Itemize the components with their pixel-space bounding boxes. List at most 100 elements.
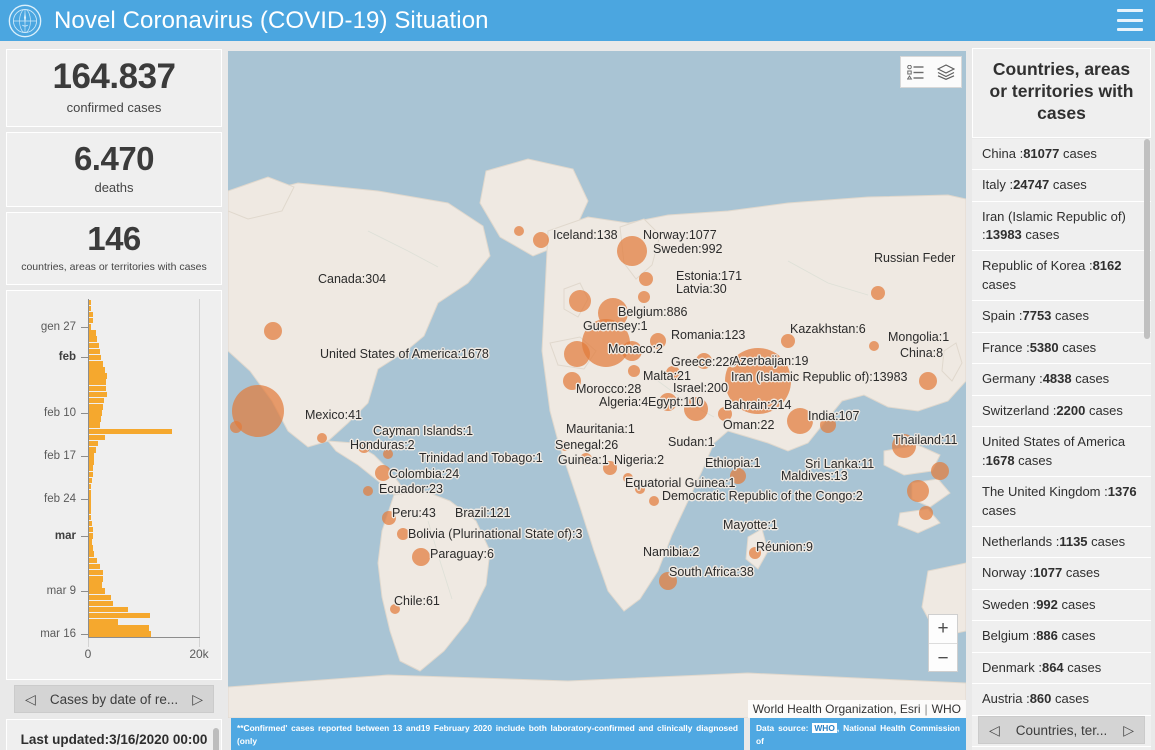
chart-bar[interactable] [89, 600, 114, 607]
chart-bar[interactable] [89, 557, 97, 564]
map-zoom-controls[interactable]: + − [928, 614, 958, 672]
country-list-item[interactable]: Denmark :864 cases [972, 652, 1151, 685]
map-tools-bar[interactable] [900, 56, 962, 88]
country-list-item[interactable]: Belgium :886 cases [972, 621, 1151, 653]
chart-bar[interactable] [89, 594, 112, 601]
chart-bar[interactable] [89, 459, 94, 465]
map-case-bubble[interactable] [363, 486, 373, 496]
map-case-bubble[interactable] [628, 365, 640, 377]
map-case-bubble[interactable] [412, 548, 430, 566]
chart-bar[interactable] [89, 508, 91, 514]
chart-bar[interactable] [89, 563, 100, 570]
country-list-item[interactable]: Sweden :992 cases [972, 589, 1151, 622]
countries-selector[interactable]: ◁ Countries, ter... ▷ [978, 716, 1145, 744]
country-list-item[interactable]: Switzerland :2200 cases [972, 395, 1151, 428]
chart-bar[interactable] [89, 520, 92, 527]
chart-bar[interactable] [89, 471, 93, 478]
country-list-item[interactable]: The United Kingdom :1376 cases [972, 477, 1151, 527]
chart-bar[interactable] [89, 625, 149, 631]
chart-bar[interactable] [89, 551, 94, 558]
chart-bar[interactable] [89, 434, 105, 441]
chart-bar[interactable] [89, 385, 106, 392]
chart-bar[interactable] [89, 539, 93, 545]
chart-bar[interactable] [89, 606, 128, 613]
zoom-out-button[interactable]: − [929, 644, 957, 673]
map-case-bubble[interactable] [869, 341, 879, 351]
chart-bar[interactable] [89, 576, 104, 582]
country-list-item[interactable]: Germany :4838 cases [972, 364, 1151, 396]
chart-bar[interactable] [89, 569, 103, 576]
chart-bar[interactable] [89, 619, 118, 625]
legend-icon[interactable] [907, 64, 924, 80]
map-case-bubble[interactable] [931, 462, 949, 480]
chart-bar[interactable] [89, 612, 151, 619]
chart-bar[interactable] [89, 453, 94, 459]
map-case-bubble[interactable] [907, 480, 929, 502]
country-list-item[interactable]: Norway :1077 cases [972, 558, 1151, 590]
chart-bar[interactable] [89, 533, 94, 539]
chart-bar[interactable] [89, 631, 152, 637]
chart-bar[interactable] [89, 496, 91, 502]
chart-bar[interactable] [89, 367, 106, 373]
map-case-bubble[interactable] [919, 372, 937, 390]
map-case-bubble[interactable] [317, 433, 327, 443]
map-case-bubble[interactable] [639, 272, 653, 286]
chart-bar[interactable] [89, 379, 107, 385]
chart-selector[interactable]: ◁ Cases by date of re... ▷ [14, 685, 214, 714]
map-case-bubble[interactable] [564, 341, 590, 367]
chart-bar[interactable] [89, 428, 173, 435]
chart-bar[interactable] [89, 317, 94, 324]
chart-bar[interactable] [89, 342, 99, 349]
chart-bar[interactable] [89, 348, 101, 355]
chart-bar[interactable] [89, 422, 100, 428]
country-list-item[interactable]: Spain :7753 cases [972, 301, 1151, 333]
chart-bar[interactable] [89, 410, 103, 416]
chevron-right-icon[interactable]: ▷ [1123, 722, 1134, 739]
chevron-left-icon[interactable]: ◁ [989, 722, 1000, 739]
chart-bar[interactable] [89, 545, 93, 551]
who-link[interactable]: WHO [812, 723, 837, 733]
country-list-item[interactable]: China :81077 cases [972, 138, 1151, 171]
country-list-item[interactable]: Italy :24747 cases [972, 170, 1151, 202]
country-list-scrollbar[interactable] [1144, 138, 1150, 339]
map-case-bubble[interactable] [871, 286, 885, 300]
chart-bar[interactable] [89, 354, 101, 361]
chart-bar[interactable] [89, 404, 103, 410]
chart-bar[interactable] [89, 526, 93, 533]
chart-bar[interactable] [89, 391, 108, 398]
country-list-item[interactable]: Iran (Islamic Republic of) :13983 cases [972, 201, 1151, 252]
country-list-item[interactable]: Netherlands :1135 cases [972, 526, 1151, 559]
chart-bar[interactable] [89, 360, 104, 367]
hamburger-menu-icon[interactable] [1117, 9, 1143, 31]
country-list-item[interactable]: Republic of Korea :8162 cases [972, 251, 1151, 302]
map-case-bubble[interactable] [638, 291, 650, 303]
chart-bar[interactable] [89, 502, 91, 508]
zoom-in-button[interactable]: + [929, 615, 957, 644]
map-case-bubble[interactable] [230, 421, 242, 433]
layers-icon[interactable] [936, 64, 955, 80]
chart-bar[interactable] [89, 490, 91, 496]
chart-bar[interactable] [89, 305, 92, 312]
map-case-bubble[interactable] [514, 226, 524, 236]
map-case-bubble[interactable] [649, 496, 659, 506]
map-case-bubble[interactable] [569, 290, 591, 312]
chart-bar[interactable] [89, 416, 101, 422]
chart-bar[interactable] [89, 483, 92, 490]
map-case-bubble[interactable] [781, 334, 795, 348]
chart-bar[interactable] [89, 397, 104, 404]
country-list[interactable]: China :81077 cases Italy :24747 cases Iran… [972, 138, 1151, 750]
chart-bar[interactable] [89, 330, 96, 336]
chart-bar[interactable] [89, 465, 94, 471]
chart-bar[interactable] [89, 477, 93, 484]
map-case-bubble[interactable] [919, 506, 933, 520]
map-case-bubble[interactable] [264, 322, 282, 340]
world-map[interactable]: Canada:304 Iceland:138 Norway:1077 Sweden:9… [228, 51, 966, 718]
chart-bar[interactable] [89, 447, 97, 453]
map-attribution-source[interactable]: WHO [932, 702, 961, 716]
map-case-bubble[interactable] [533, 232, 549, 248]
chart-bar[interactable] [89, 582, 102, 588]
country-list-item[interactable]: Austria :860 cases [972, 684, 1151, 716]
chart-bar[interactable] [89, 324, 91, 330]
left-panel-scrollbar[interactable] [213, 728, 219, 750]
chart-bar[interactable] [89, 311, 93, 318]
